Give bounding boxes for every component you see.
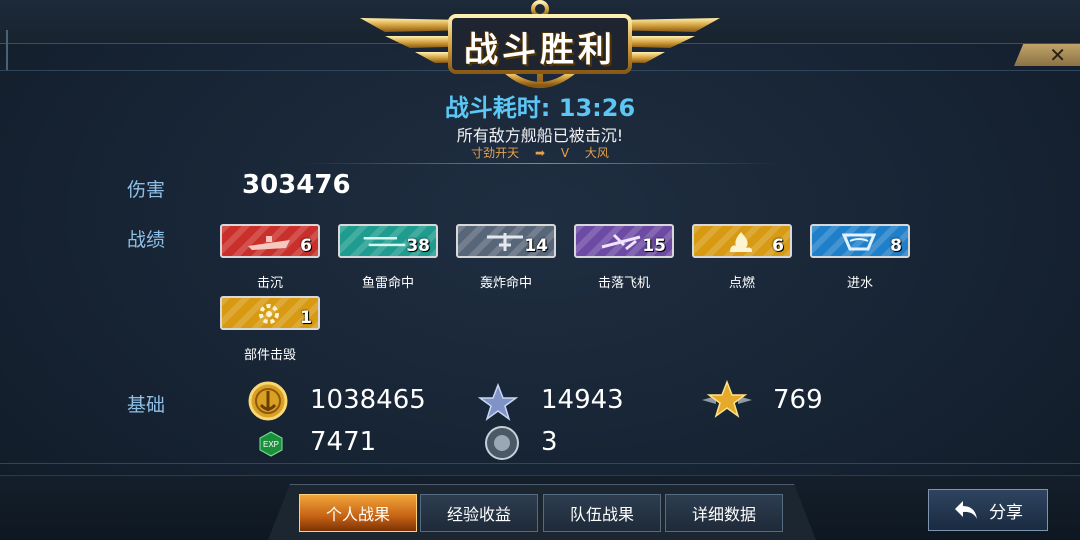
vs-text: V [560,146,570,160]
medal-icon [485,426,519,460]
gold-star-icon [702,380,752,418]
damage-value: 303476 [242,170,351,200]
tab-team-results[interactable]: 队伍战果 [543,494,661,532]
share-label: 分享 [989,502,1023,523]
badge-label: 击沉 [256,276,283,291]
blue-star-icon [478,383,518,421]
badge-count: 14 [524,236,548,256]
badge-count: 6 [300,236,312,256]
badge-count: 1 [300,308,312,328]
battle-time: 战斗耗时: 13:26 [444,94,636,122]
badge-count: 8 [890,236,902,256]
badge-label: 轰炸命中 [479,276,532,291]
medal-value: 3 [541,427,558,457]
badge-torpedo[interactable]: 38 [338,224,438,258]
basics-label: 基础 [127,394,166,416]
tab-exp-gains[interactable]: 经验收益 [420,494,538,532]
battle-result-text: 所有敌方舰船已被击沉! [456,126,624,145]
badge-module-destroyed[interactable]: 1 [220,296,320,330]
svg-text:EXP: EXP [263,440,279,449]
bomb-icon [480,230,530,254]
left-divider [6,30,8,70]
badge-label: 部件击毁 [243,348,296,363]
badge-bomb[interactable]: 14 [456,224,556,258]
coins-value: 1038465 [310,385,426,415]
tab-personal-results[interactable]: 个人战果 [299,494,417,532]
damage-label: 伤害 [127,179,166,201]
opponent-name: 大风 [584,146,609,160]
badge-aircraft[interactable]: 15 [574,224,674,258]
close-icon: ✕ [1049,43,1066,67]
badge-count: 38 [406,236,430,256]
coin-icon [248,381,288,421]
badge-count: 15 [642,236,666,256]
badge-label: 进水 [846,276,873,291]
content-divider [0,463,1080,464]
fire-icon [716,230,766,254]
badge-fire[interactable]: 6 [692,224,792,258]
badge-label: 击落飞机 [597,276,650,291]
water-icon [834,230,884,254]
plane-icon [598,230,648,254]
exp-icon: EXP [259,431,283,457]
title-separator [300,163,780,164]
blue-star-value: 14943 [541,385,624,415]
close-button[interactable]: ✕ [1014,44,1080,66]
victory-title: 战斗胜利 [464,30,616,70]
gold-star-value: 769 [773,385,823,415]
versus-line: 寸劲开天 ➡ V 大风 [0,144,1080,161]
share-button[interactable]: 分享 [928,489,1048,531]
badge-count: 6 [772,236,784,256]
share-arrow-icon [955,501,977,519]
arrow-icon: ➡ [534,146,545,160]
player-name: 寸劲开天 [471,146,520,160]
ship-icon [244,230,294,254]
tab-detailed-data[interactable]: 详细数据 [665,494,783,532]
record-label: 战绩 [127,229,166,251]
badge-label: 点燃 [728,276,755,291]
badge-sunk[interactable]: 6 [220,224,320,258]
badge-flooding[interactable]: 8 [810,224,910,258]
gear-icon [244,302,294,326]
badge-label: 鱼雷命中 [361,276,414,291]
torpedo-icon [362,230,412,254]
exp-value: 7471 [310,427,377,457]
